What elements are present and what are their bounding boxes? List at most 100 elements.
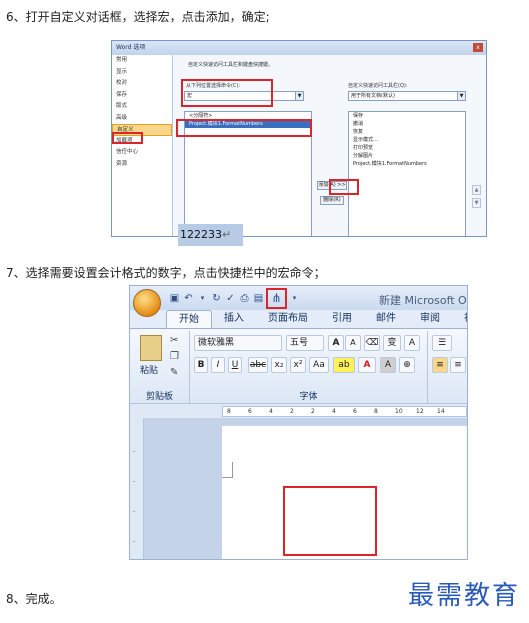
strikethrough-icon[interactable]: abc	[248, 357, 268, 373]
ribbon-tab[interactable]: 引用	[320, 310, 364, 328]
horizontal-ruler: 8 6 4 2 2 4 6 8 10 12 14	[130, 403, 467, 418]
move-down-icon[interactable]: ▼	[472, 198, 481, 208]
list-item[interactable]: 显示模式...	[349, 136, 465, 144]
ruler-tick: 2	[290, 408, 294, 415]
format-painter-icon[interactable]: ✎	[170, 367, 178, 378]
chevron-down-icon[interactable]: ▼	[457, 92, 465, 100]
shrink-font-icon[interactable]: A	[345, 335, 361, 351]
ribbon-tab[interactable]: 页面布局	[256, 310, 320, 328]
char-shading-icon[interactable]: A	[380, 357, 396, 373]
options-nav-item[interactable]: 常用	[112, 55, 172, 67]
italic-icon[interactable]: I	[211, 357, 225, 373]
options-nav-item[interactable]: 资源	[112, 159, 172, 171]
qat-commands-list[interactable]: 保存 撤消 恢复 显示模式... 打印预览 分解图片 Project.模块1.FormatN…	[348, 111, 466, 236]
step-7-text: 7、选择需要设置会计格式的数字，点击快捷栏中的宏命令；	[6, 266, 326, 280]
font-size-select[interactable]: 五号	[286, 335, 324, 351]
options-nav-item[interactable]: 高级	[112, 113, 172, 125]
spelling-icon[interactable]: ✓	[224, 292, 237, 305]
list-item[interactable]: 保存	[349, 112, 465, 120]
superscript-icon[interactable]: x²	[290, 357, 306, 373]
chevron-down-icon[interactable]: ▼	[295, 92, 303, 100]
font-size-value: 五号	[290, 338, 309, 348]
align-center-icon[interactable]: ≡	[450, 357, 466, 373]
margin-mark	[222, 477, 233, 478]
grow-font-icon[interactable]: A	[328, 335, 344, 351]
document-title: 新建 Microsoft Off	[379, 294, 468, 307]
bold-icon[interactable]: B	[194, 357, 208, 373]
paste-icon[interactable]	[140, 335, 162, 361]
bullets-icon[interactable]: ☰	[432, 335, 452, 351]
options-nav-item[interactable]: 版式	[112, 101, 172, 113]
clear-format-icon[interactable]: ⌫	[364, 335, 380, 351]
list-item[interactable]: Project.模块1.FormatNumbers	[349, 160, 465, 168]
font-group: 微软雅黑 五号 A A ⌫ 变 A B I U abc x₂ x² Aa ab …	[190, 331, 428, 403]
chevron-down-icon[interactable]: ▾	[196, 292, 209, 305]
align-left-icon[interactable]: ≡	[432, 357, 448, 373]
ribbon-tabs: 开始插入页面布局引用邮件审阅视图	[166, 310, 467, 328]
ribbon-tab[interactable]: 开始	[166, 310, 212, 328]
options-nav-item[interactable]: 校对	[112, 78, 172, 90]
show-mode-icon[interactable]: ▤	[252, 292, 265, 305]
highlight-selected-number	[283, 486, 377, 556]
font-name-value: 微软雅黑	[198, 338, 235, 348]
ribbon-tab[interactable]: 审阅	[408, 310, 452, 328]
ribbon-tab[interactable]: 插入	[212, 310, 256, 328]
char-border-icon[interactable]: A	[404, 335, 420, 351]
copy-icon[interactable]: ❐	[170, 351, 179, 362]
paragraph-mark-icon: ↵	[222, 228, 232, 241]
dialog-title: Word 选项	[116, 44, 146, 51]
highlight-choose-commands	[181, 79, 273, 107]
font-group-label: 字体	[299, 392, 318, 402]
selected-number[interactable]: 122233↵	[178, 224, 243, 246]
ruler-tick: 2	[311, 408, 315, 415]
font-color-icon[interactable]: A	[358, 357, 376, 373]
underline-icon[interactable]: U	[228, 357, 242, 373]
quick-access-toolbar: ▣ ↶ ▾ ↻ ✓ ⎙ ▤ ⋔ ▾	[168, 288, 301, 309]
save-icon[interactable]: ▣	[168, 292, 181, 305]
dialog-title-bar: Word 选项 x	[112, 41, 486, 55]
redo-icon[interactable]: ↻	[210, 292, 223, 305]
list-item[interactable]: 分解图片	[349, 152, 465, 160]
chevron-down-icon[interactable]: ▾	[288, 292, 301, 305]
ruler-tick: 4	[269, 408, 273, 415]
step-6-text: 6、打开自定义对话框，选择宏，点击添加，确定;	[6, 10, 270, 24]
vruler-tick: -	[133, 448, 136, 455]
highlight-macro-item	[176, 119, 312, 137]
list-item[interactable]: 恢复	[349, 128, 465, 136]
clipboard-group-label: 剪贴板	[145, 392, 173, 402]
vruler-tick: -	[133, 478, 136, 485]
phonetic-icon[interactable]: 变	[383, 335, 401, 351]
move-up-icon[interactable]: ▲	[472, 185, 481, 195]
change-case-icon[interactable]: Aa	[309, 357, 329, 373]
print-preview-icon[interactable]: ⎙	[238, 292, 251, 305]
subscript-icon[interactable]: x₂	[271, 357, 287, 373]
title-bar: ▣ ↶ ▾ ↻ ✓ ⎙ ▤ ⋔ ▾ 新建 Microsoft Off	[130, 286, 467, 310]
word-options-dialog: Word 选项 x 常用 显示 校对 保存 版式 高级 自定义 加载项 信任中心 资源 自定义快速…	[111, 40, 487, 237]
enclose-char-icon[interactable]: ⊕	[399, 357, 415, 373]
paste-label[interactable]: 粘贴	[140, 363, 158, 376]
ruler-tick: 14	[437, 408, 445, 415]
clipboard-group: 粘贴 ✂ ❐ ✎ 剪贴板	[130, 331, 190, 403]
ribbon-tab[interactable]: 视图	[452, 310, 467, 328]
highlight-icon[interactable]: ab	[333, 357, 355, 373]
options-nav-item[interactable]: 保存	[112, 90, 172, 102]
step-8-text: 8、完成。	[6, 592, 62, 606]
macro-icon[interactable]: ⋔	[266, 288, 287, 309]
cut-icon[interactable]: ✂	[170, 335, 178, 346]
list-item[interactable]: 打印预览	[349, 144, 465, 152]
vertical-ruler: - - - -	[130, 418, 144, 559]
customize-qat-select[interactable]: 用于所有文档(默认) ▼	[348, 91, 466, 101]
office-button[interactable]	[133, 289, 161, 317]
remove-button[interactable]: 删除(R)	[320, 196, 344, 205]
options-nav-item[interactable]: 信任中心	[112, 147, 172, 159]
ribbon-tab[interactable]: 邮件	[364, 310, 408, 328]
ruler-tick: 6	[353, 408, 357, 415]
list-item[interactable]: 撤消	[349, 120, 465, 128]
vruler-tick: -	[133, 508, 136, 515]
ruler-tick: 6	[248, 408, 252, 415]
undo-icon[interactable]: ↶	[182, 292, 195, 305]
options-nav-item[interactable]: 显示	[112, 67, 172, 79]
font-name-select[interactable]: 微软雅黑	[194, 335, 282, 351]
close-icon[interactable]: x	[473, 43, 483, 52]
options-heading: 自定义快速访问工具栏和键盘快捷键。	[188, 62, 274, 68]
